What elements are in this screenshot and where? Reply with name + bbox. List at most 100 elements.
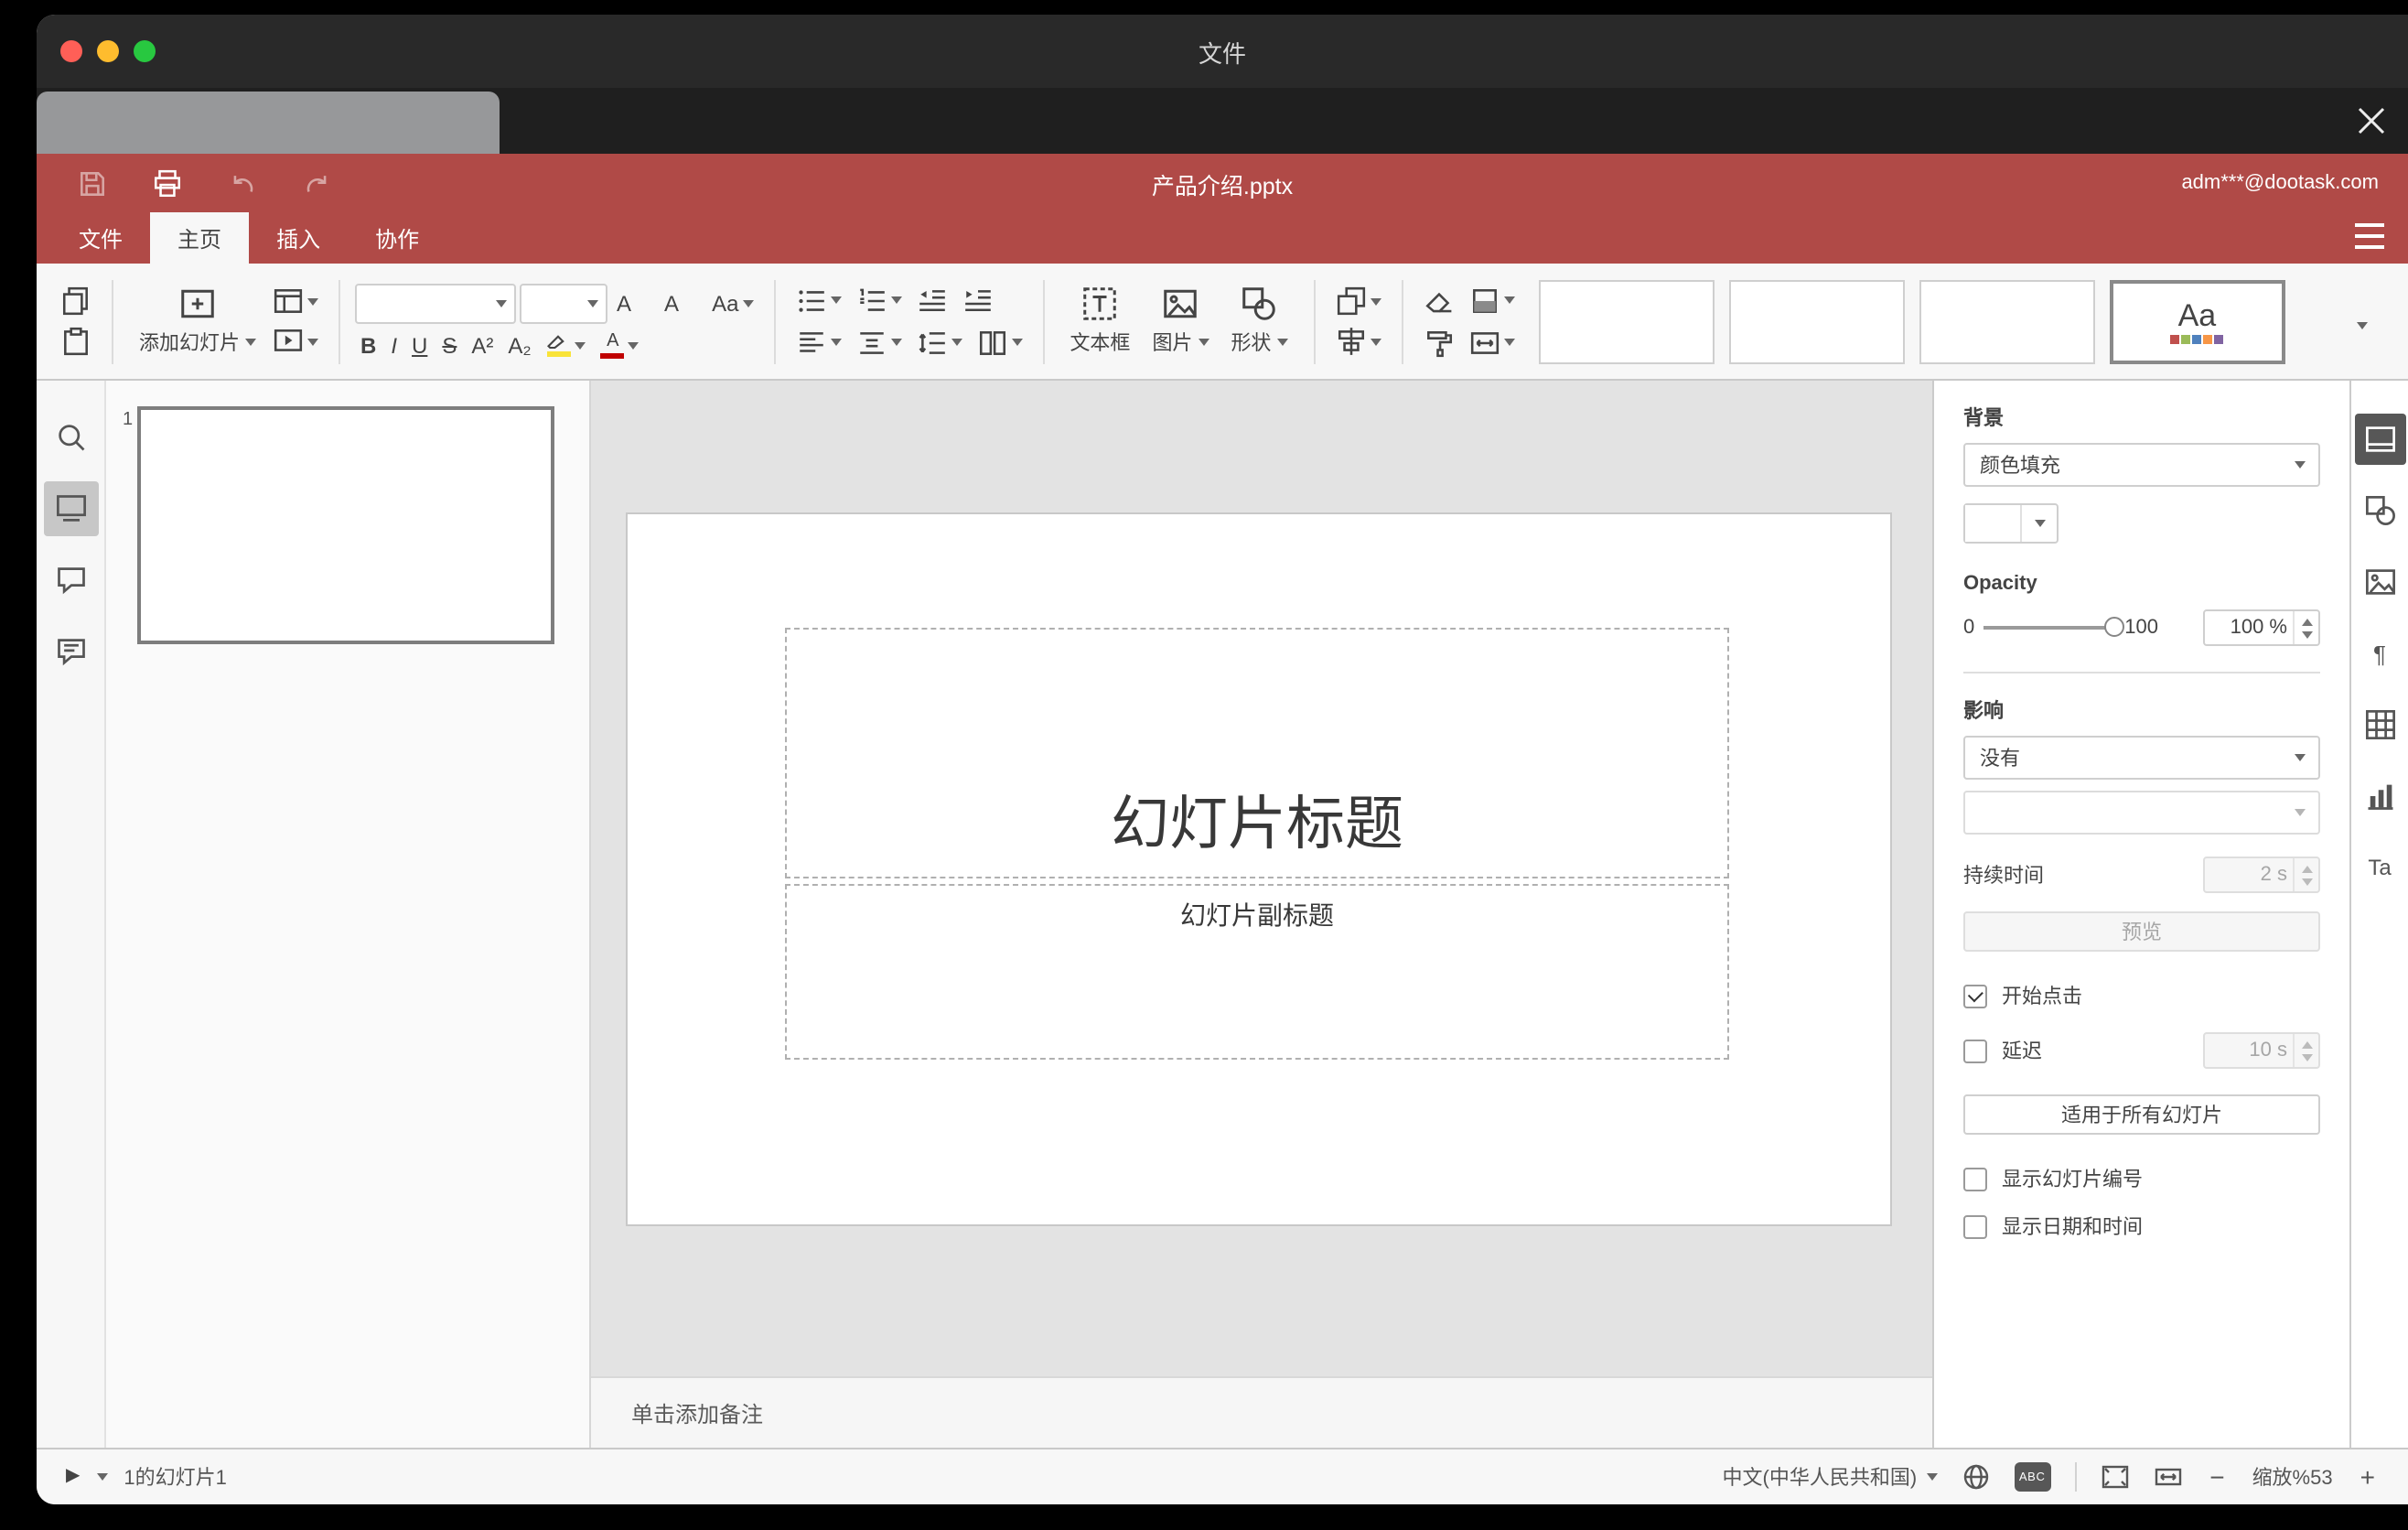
subtitle-placeholder[interactable]: 幻灯片副标题 <box>785 884 1729 1060</box>
bullets-button[interactable] <box>790 283 846 318</box>
add-slide-button[interactable]: 添加幻灯片 <box>128 282 267 361</box>
horizontal-align-button[interactable] <box>790 325 846 360</box>
close-window-button[interactable] <box>60 40 82 62</box>
theme-gallery-expand-button[interactable] <box>2349 300 2375 342</box>
copy-style-button[interactable] <box>1417 325 1459 360</box>
checkbox-checked[interactable] <box>1963 984 1987 1007</box>
slides-panel-button[interactable] <box>43 481 98 536</box>
spinner-arrows[interactable] <box>2293 611 2318 644</box>
increase-indent-icon <box>962 285 993 316</box>
title-placeholder[interactable]: 幻灯片标题 <box>785 628 1729 878</box>
redo-icon[interactable] <box>302 167 333 199</box>
fit-slide-icon[interactable] <box>2100 1462 2129 1492</box>
font-size-select[interactable] <box>520 283 607 323</box>
shape-settings-button[interactable] <box>2354 485 2405 536</box>
slide-size-button[interactable] <box>1463 325 1520 360</box>
close-dialog-button[interactable] <box>2357 106 2386 135</box>
minimize-window-button[interactable] <box>97 40 119 62</box>
change-case-button[interactable]: Aa <box>706 290 758 316</box>
chart-settings-button[interactable] <box>2354 770 2405 822</box>
checkbox-unchecked[interactable] <box>1963 1039 1987 1062</box>
zoom-out-button[interactable]: − <box>2206 1464 2228 1490</box>
increase-font-button[interactable]: A <box>611 288 655 318</box>
theme-gallery: Aa <box>1538 279 2285 363</box>
fullscreen-window-button[interactable] <box>134 40 156 62</box>
strikethrough-button[interactable]: S <box>436 332 462 358</box>
opacity-slider[interactable] <box>1983 617 2125 637</box>
tab-file[interactable]: 文件 <box>51 212 150 264</box>
arrange-shapes-button[interactable] <box>1329 284 1386 318</box>
tab-collaboration[interactable]: 协作 <box>348 212 446 264</box>
bold-button[interactable]: B <box>355 332 382 358</box>
paste-button[interactable] <box>55 324 97 359</box>
underline-button[interactable]: U <box>406 332 433 358</box>
opacity-label: Opacity <box>1963 573 2037 595</box>
start-slideshow-icon[interactable]: ▶ <box>66 1467 80 1486</box>
slide-settings-button[interactable] <box>2354 414 2405 465</box>
font-name-select[interactable] <box>355 283 516 323</box>
spellcheck-icon[interactable]: ABC <box>2014 1462 2051 1492</box>
italic-button[interactable]: I <box>385 332 403 358</box>
theme-tile-3[interactable] <box>1919 279 2095 363</box>
textart-settings-button[interactable]: Ta <box>2354 842 2405 893</box>
show-slide-number-checkbox[interactable]: 显示幻灯片编号 <box>1963 1164 2320 1193</box>
slide-canvas[interactable]: 幻灯片标题 幻灯片副标题 <box>591 381 1932 1376</box>
print-icon[interactable] <box>152 167 183 199</box>
start-on-click-checkbox[interactable]: 开始点击 <box>1963 981 2320 1010</box>
opacity-slider-knob[interactable] <box>2104 617 2125 637</box>
decrease-font-button[interactable]: A <box>659 288 703 318</box>
paragraph-settings-button[interactable]: ¶ <box>2354 628 2405 679</box>
menu-icon[interactable] <box>2355 223 2384 249</box>
insert-shape-button[interactable]: 形状 <box>1220 282 1298 361</box>
insert-image-button[interactable]: 图片 <box>1141 282 1220 361</box>
checkbox-unchecked[interactable] <box>1963 1214 1987 1238</box>
transition-effect-select[interactable]: 没有 <box>1963 736 2320 780</box>
zoom-in-button[interactable]: + <box>2357 1464 2379 1490</box>
line-spacing-button[interactable] <box>910 325 967 360</box>
tab-insert[interactable]: 插入 <box>249 212 348 264</box>
preview-slideshow-button[interactable] <box>267 324 324 359</box>
apply-to-all-slides-button[interactable]: 适用于所有幻灯片 <box>1963 1094 2320 1135</box>
show-date-time-checkbox[interactable]: 显示日期和时间 <box>1963 1212 2320 1241</box>
shape-icon <box>1241 286 1277 322</box>
subscript-button[interactable]: A₂ <box>502 332 536 358</box>
fit-width-icon[interactable] <box>2153 1462 2182 1492</box>
decrease-indent-button[interactable] <box>910 283 952 318</box>
highlight-color-button[interactable] <box>541 331 592 359</box>
slide-thumbnail[interactable] <box>137 406 554 644</box>
columns-button[interactable] <box>971 325 1027 360</box>
background-color-picker[interactable] <box>1963 503 2059 544</box>
align-shapes-button[interactable] <box>1329 324 1386 359</box>
copy-button[interactable] <box>55 284 97 318</box>
delay-checkbox[interactable]: 延迟 <box>1963 1036 2042 1065</box>
opacity-input[interactable]: 100 % <box>2203 609 2320 646</box>
increase-indent-button[interactable] <box>956 283 998 318</box>
notes-area[interactable]: 单击添加备注 <box>591 1376 1932 1448</box>
background-fill-select[interactable]: 颜色填充 <box>1963 443 2320 487</box>
chevron-down-icon[interactable] <box>96 1473 108 1481</box>
font-color-button[interactable]: A <box>596 330 645 360</box>
save-icon[interactable] <box>77 167 108 199</box>
theme-tile-1[interactable] <box>1538 279 1715 363</box>
theme-tile-2[interactable] <box>1728 279 1905 363</box>
document-language-icon[interactable] <box>1961 1462 1990 1492</box>
superscript-button[interactable]: A² <box>466 332 499 358</box>
tab-home[interactable]: 主页 <box>150 212 250 264</box>
slide-layout-button[interactable] <box>267 284 324 318</box>
numbering-button[interactable] <box>850 283 907 318</box>
shape-fill-button[interactable] <box>1463 283 1520 318</box>
table-settings-button[interactable] <box>2354 699 2405 750</box>
language-selector[interactable]: 中文(中华人民共和国) <box>1723 1462 1938 1492</box>
feedback-panel-button[interactable] <box>43 624 98 679</box>
comments-panel-button[interactable] <box>43 553 98 608</box>
clear-style-button[interactable] <box>1417 283 1459 318</box>
undo-icon[interactable] <box>227 167 258 199</box>
slide[interactable]: 幻灯片标题 幻灯片副标题 <box>628 514 1890 1224</box>
checkbox-unchecked[interactable] <box>1963 1167 1987 1191</box>
image-settings-button[interactable] <box>2354 556 2405 608</box>
insert-textbox-button[interactable]: 文本框 <box>1059 282 1141 361</box>
zoom-level-label[interactable]: 缩放%53 <box>2252 1462 2333 1492</box>
search-panel-button[interactable] <box>43 410 98 465</box>
theme-tile-selected[interactable]: Aa <box>2109 279 2285 363</box>
vertical-align-button[interactable] <box>850 325 907 360</box>
